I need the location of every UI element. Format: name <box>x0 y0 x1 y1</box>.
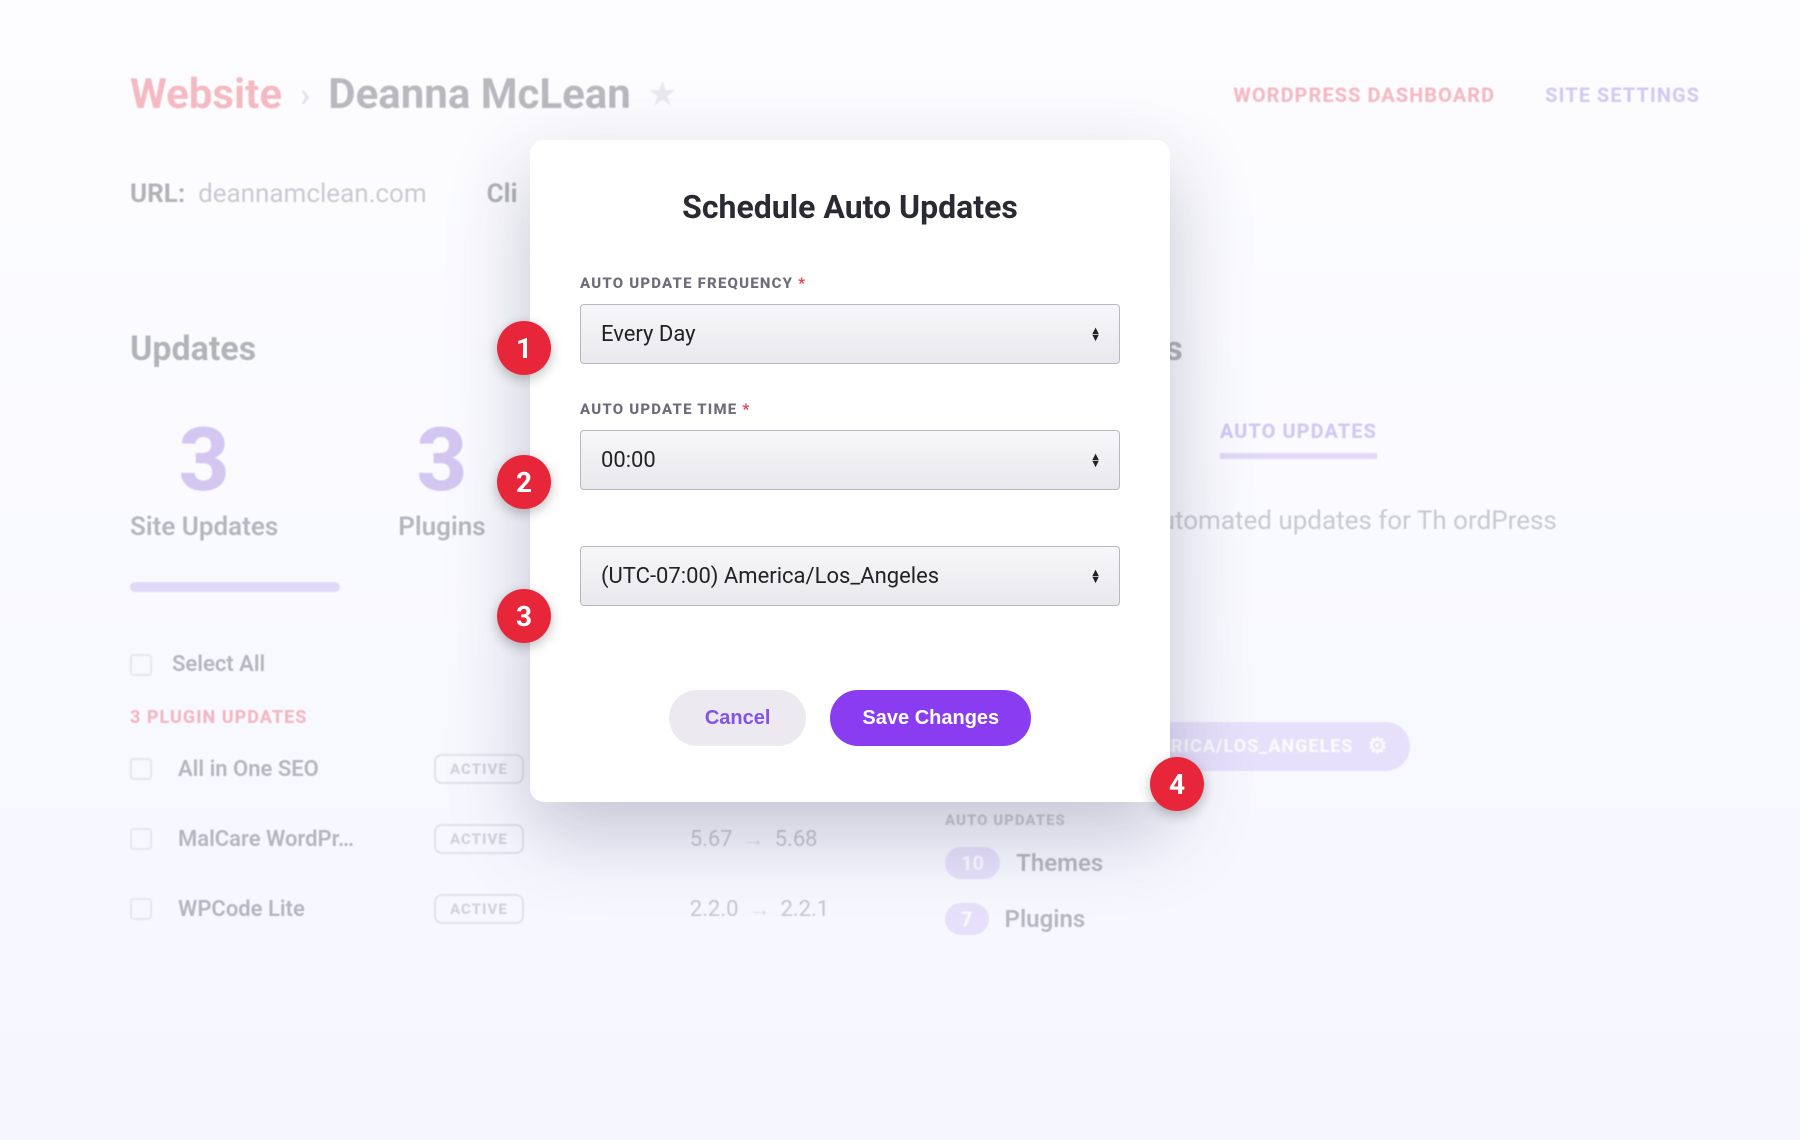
url-value: deannamclean.com <box>198 179 427 209</box>
callout-3: 3 <box>497 589 551 643</box>
site-settings-link[interactable]: SITE SETTINGS <box>1545 83 1700 107</box>
breadcrumb-root[interactable]: Website <box>130 70 282 119</box>
wordpress-dashboard-link[interactable]: WORDPRESS DASHBOARD <box>1233 83 1495 107</box>
schedule-auto-updates-modal: Schedule Auto Updates AUTO UPDATE FREQUE… <box>530 140 1170 802</box>
tab-auto-updates[interactable]: AUTO UPDATES <box>1220 419 1377 459</box>
cancel-button[interactable]: Cancel <box>669 690 807 746</box>
modal-title: Schedule Auto Updates <box>580 188 1120 226</box>
client-label: Cli <box>487 179 518 209</box>
select-all-checkbox[interactable] <box>130 654 152 676</box>
frequency-select[interactable]: Every Day ▲▼ <box>580 304 1120 364</box>
save-changes-button[interactable]: Save Changes <box>830 690 1031 746</box>
gear-icon: ⚙ <box>1367 734 1388 759</box>
chevron-updown-icon: ▲▼ <box>1090 453 1101 467</box>
time-label: AUTO UPDATE TIME * <box>580 400 1120 418</box>
callout-1: 1 <box>497 321 551 375</box>
row-checkbox[interactable] <box>130 758 152 780</box>
callout-4: 4 <box>1150 757 1204 811</box>
list-item[interactable]: WPCode Lite ACTIVE 2.2.0→2.2.1 <box>130 894 885 924</box>
select-all-label: Select All <box>172 652 265 677</box>
stat-plugins[interactable]: 3 Plugins <box>398 409 485 542</box>
row-checkbox[interactable] <box>130 828 152 850</box>
side-item-themes[interactable]: 10 Themes <box>945 847 1700 879</box>
tab-indicator <box>130 582 340 592</box>
status-badge: ACTIVE <box>434 754 524 784</box>
chevron-right-icon: › <box>300 75 310 115</box>
auto-updates-sidehead: AUTO UPDATES <box>945 811 1700 829</box>
timezone-select[interactable]: (UTC-07:00) America/Los_Angeles ▲▼ <box>580 546 1120 606</box>
status-badge: ACTIVE <box>434 894 524 924</box>
url-label: URL: <box>130 179 185 209</box>
timezone-value: (UTC-07:00) America/Los_Angeles <box>601 564 939 589</box>
time-select[interactable]: 00:00 ▲▼ <box>580 430 1120 490</box>
stat-site-updates[interactable]: 3 Site Updates <box>130 409 278 542</box>
chevron-updown-icon: ▲▼ <box>1090 327 1101 341</box>
breadcrumb: Website › Deanna McLean ★ <box>130 70 676 119</box>
frequency-label: AUTO UPDATE FREQUENCY * <box>580 274 1120 292</box>
callout-2: 2 <box>497 455 551 509</box>
side-item-plugins[interactable]: 7 Plugins <box>945 903 1700 935</box>
arrow-right-icon: → <box>743 826 765 852</box>
status-badge: ACTIVE <box>434 824 524 854</box>
time-value: 00:00 <box>601 448 656 473</box>
arrow-right-icon: → <box>748 896 770 922</box>
frequency-value: Every Day <box>601 322 696 347</box>
star-icon[interactable]: ★ <box>649 77 676 112</box>
row-checkbox[interactable] <box>130 898 152 920</box>
breadcrumb-site: Deanna McLean <box>328 70 631 119</box>
list-item[interactable]: MalCare WordPr… ACTIVE 5.67→5.68 <box>130 824 885 854</box>
chevron-updown-icon: ▲▼ <box>1090 569 1101 583</box>
